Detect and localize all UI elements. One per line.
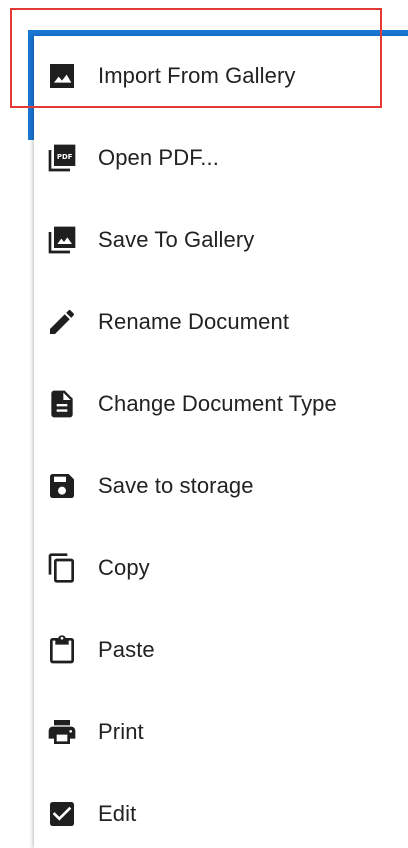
menu-item-label: Rename Document bbox=[98, 309, 290, 334]
clipboard-icon bbox=[46, 634, 78, 666]
pdf-icon: PDF bbox=[46, 142, 78, 174]
menu-item-label: Print bbox=[98, 719, 144, 744]
document-icon bbox=[46, 388, 78, 420]
image-icon bbox=[46, 60, 78, 92]
gallery-stack-icon bbox=[46, 224, 78, 256]
menu-item-print[interactable]: Print bbox=[34, 692, 408, 772]
menu-item-label: Save To Gallery bbox=[98, 227, 255, 252]
menu-item-label: Save to storage bbox=[98, 473, 254, 498]
menu-item-paste[interactable]: Paste bbox=[34, 610, 408, 690]
menu-item-label: Open PDF... bbox=[98, 145, 219, 170]
svg-text:PDF: PDF bbox=[57, 153, 73, 161]
menu-item-label: Change Document Type bbox=[98, 391, 337, 416]
menu-item-copy[interactable]: Copy bbox=[34, 528, 408, 608]
menu-item-save-to-gallery[interactable]: Save To Gallery bbox=[34, 200, 408, 280]
menu-item-label: Copy bbox=[98, 555, 150, 580]
menu-item-change-document-type[interactable]: Change Document Type bbox=[34, 364, 408, 444]
menu-item-open-pdf[interactable]: PDF Open PDF... bbox=[34, 118, 408, 198]
floppy-disk-icon bbox=[46, 470, 78, 502]
menu-item-label: Import From Gallery bbox=[98, 63, 296, 88]
checkbox-checked-icon bbox=[46, 798, 78, 830]
overflow-menu: Import From Gallery PDF Open PDF... Save… bbox=[34, 36, 408, 848]
copy-icon bbox=[46, 552, 78, 584]
menu-item-rename-document[interactable]: Rename Document bbox=[34, 282, 408, 362]
menu-item-save-to-storage[interactable]: Save to storage bbox=[34, 446, 408, 526]
printer-icon bbox=[46, 716, 78, 748]
menu-item-label: Edit bbox=[98, 801, 137, 826]
pencil-icon bbox=[46, 306, 78, 338]
screen: Import From Gallery PDF Open PDF... Save… bbox=[0, 0, 408, 848]
menu-item-label: Paste bbox=[98, 637, 155, 662]
menu-item-edit[interactable]: Edit bbox=[34, 774, 408, 848]
menu-item-import-from-gallery[interactable]: Import From Gallery bbox=[34, 36, 408, 116]
